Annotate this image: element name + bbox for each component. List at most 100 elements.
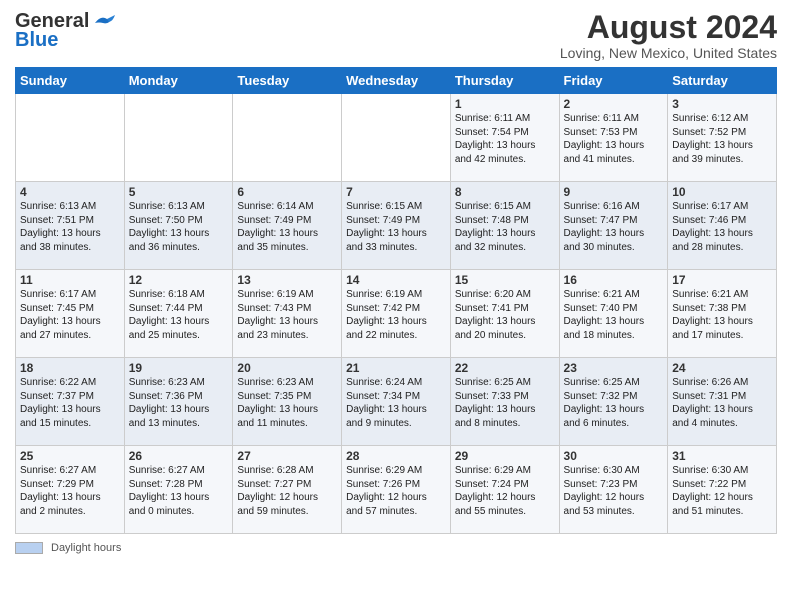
day-number: 2 <box>564 97 664 111</box>
page-subtitle: Loving, New Mexico, United States <box>560 45 777 61</box>
day-info: Sunrise: 6:29 AM Sunset: 7:24 PM Dayligh… <box>455 464 555 518</box>
calendar-cell: 14Sunrise: 6:19 AM Sunset: 7:42 PM Dayli… <box>342 270 451 358</box>
calendar-week-row: 4Sunrise: 6:13 AM Sunset: 7:51 PM Daylig… <box>16 182 777 270</box>
title-block: August 2024 Loving, New Mexico, United S… <box>560 10 777 61</box>
day-number: 19 <box>129 361 229 375</box>
day-number: 31 <box>672 449 772 463</box>
day-info: Sunrise: 6:22 AM Sunset: 7:37 PM Dayligh… <box>20 376 120 430</box>
day-info: Sunrise: 6:11 AM Sunset: 7:54 PM Dayligh… <box>455 112 555 166</box>
weekday-header-sunday: Sunday <box>16 68 125 94</box>
calendar-cell: 31Sunrise: 6:30 AM Sunset: 7:22 PM Dayli… <box>668 446 777 534</box>
calendar-cell: 26Sunrise: 6:27 AM Sunset: 7:28 PM Dayli… <box>124 446 233 534</box>
weekday-header-thursday: Thursday <box>450 68 559 94</box>
day-number: 6 <box>237 185 337 199</box>
calendar-week-row: 18Sunrise: 6:22 AM Sunset: 7:37 PM Dayli… <box>16 358 777 446</box>
day-info: Sunrise: 6:16 AM Sunset: 7:47 PM Dayligh… <box>564 200 664 254</box>
weekday-header-saturday: Saturday <box>668 68 777 94</box>
calendar-cell: 9Sunrise: 6:16 AM Sunset: 7:47 PM Daylig… <box>559 182 668 270</box>
day-number: 3 <box>672 97 772 111</box>
calendar-cell: 13Sunrise: 6:19 AM Sunset: 7:43 PM Dayli… <box>233 270 342 358</box>
day-number: 23 <box>564 361 664 375</box>
calendar-week-row: 25Sunrise: 6:27 AM Sunset: 7:29 PM Dayli… <box>16 446 777 534</box>
calendar-cell: 23Sunrise: 6:25 AM Sunset: 7:32 PM Dayli… <box>559 358 668 446</box>
legend-label: Daylight hours <box>51 542 121 554</box>
weekday-header-row: SundayMondayTuesdayWednesdayThursdayFrid… <box>16 68 777 94</box>
day-info: Sunrise: 6:19 AM Sunset: 7:42 PM Dayligh… <box>346 288 446 342</box>
calendar-body: 1Sunrise: 6:11 AM Sunset: 7:54 PM Daylig… <box>16 94 777 534</box>
day-info: Sunrise: 6:15 AM Sunset: 7:48 PM Dayligh… <box>455 200 555 254</box>
day-number: 22 <box>455 361 555 375</box>
day-info: Sunrise: 6:27 AM Sunset: 7:28 PM Dayligh… <box>129 464 229 518</box>
calendar-cell: 10Sunrise: 6:17 AM Sunset: 7:46 PM Dayli… <box>668 182 777 270</box>
day-info: Sunrise: 6:17 AM Sunset: 7:46 PM Dayligh… <box>672 200 772 254</box>
calendar-cell: 21Sunrise: 6:24 AM Sunset: 7:34 PM Dayli… <box>342 358 451 446</box>
weekday-header-wednesday: Wednesday <box>342 68 451 94</box>
day-info: Sunrise: 6:30 AM Sunset: 7:22 PM Dayligh… <box>672 464 772 518</box>
calendar-cell: 15Sunrise: 6:20 AM Sunset: 7:41 PM Dayli… <box>450 270 559 358</box>
calendar-cell: 17Sunrise: 6:21 AM Sunset: 7:38 PM Dayli… <box>668 270 777 358</box>
calendar-cell: 20Sunrise: 6:23 AM Sunset: 7:35 PM Dayli… <box>233 358 342 446</box>
day-number: 1 <box>455 97 555 111</box>
day-info: Sunrise: 6:20 AM Sunset: 7:41 PM Dayligh… <box>455 288 555 342</box>
weekday-header-tuesday: Tuesday <box>233 68 342 94</box>
day-number: 27 <box>237 449 337 463</box>
header: General Blue August 2024 Loving, New Mex… <box>15 10 777 61</box>
calendar-cell: 28Sunrise: 6:29 AM Sunset: 7:26 PM Dayli… <box>342 446 451 534</box>
weekday-header-friday: Friday <box>559 68 668 94</box>
day-number: 25 <box>20 449 120 463</box>
calendar-cell: 11Sunrise: 6:17 AM Sunset: 7:45 PM Dayli… <box>16 270 125 358</box>
day-number: 14 <box>346 273 446 287</box>
day-info: Sunrise: 6:30 AM Sunset: 7:23 PM Dayligh… <box>564 464 664 518</box>
calendar-cell: 19Sunrise: 6:23 AM Sunset: 7:36 PM Dayli… <box>124 358 233 446</box>
day-info: Sunrise: 6:13 AM Sunset: 7:50 PM Dayligh… <box>129 200 229 254</box>
calendar-cell: 29Sunrise: 6:29 AM Sunset: 7:24 PM Dayli… <box>450 446 559 534</box>
day-info: Sunrise: 6:28 AM Sunset: 7:27 PM Dayligh… <box>237 464 337 518</box>
weekday-header-monday: Monday <box>124 68 233 94</box>
day-number: 29 <box>455 449 555 463</box>
day-number: 21 <box>346 361 446 375</box>
day-info: Sunrise: 6:24 AM Sunset: 7:34 PM Dayligh… <box>346 376 446 430</box>
calendar-cell <box>16 94 125 182</box>
calendar-cell: 12Sunrise: 6:18 AM Sunset: 7:44 PM Dayli… <box>124 270 233 358</box>
day-number: 26 <box>129 449 229 463</box>
calendar-table: SundayMondayTuesdayWednesdayThursdayFrid… <box>15 67 777 534</box>
calendar-cell <box>233 94 342 182</box>
day-number: 12 <box>129 273 229 287</box>
day-info: Sunrise: 6:14 AM Sunset: 7:49 PM Dayligh… <box>237 200 337 254</box>
day-info: Sunrise: 6:12 AM Sunset: 7:52 PM Dayligh… <box>672 112 772 166</box>
day-number: 20 <box>237 361 337 375</box>
day-number: 18 <box>20 361 120 375</box>
day-number: 11 <box>20 273 120 287</box>
calendar-cell <box>124 94 233 182</box>
legend-color-box <box>15 542 43 554</box>
day-info: Sunrise: 6:27 AM Sunset: 7:29 PM Dayligh… <box>20 464 120 518</box>
calendar-cell: 6Sunrise: 6:14 AM Sunset: 7:49 PM Daylig… <box>233 182 342 270</box>
day-info: Sunrise: 6:29 AM Sunset: 7:26 PM Dayligh… <box>346 464 446 518</box>
day-number: 16 <box>564 273 664 287</box>
day-info: Sunrise: 6:13 AM Sunset: 7:51 PM Dayligh… <box>20 200 120 254</box>
calendar-cell: 8Sunrise: 6:15 AM Sunset: 7:48 PM Daylig… <box>450 182 559 270</box>
calendar-cell: 25Sunrise: 6:27 AM Sunset: 7:29 PM Dayli… <box>16 446 125 534</box>
day-info: Sunrise: 6:23 AM Sunset: 7:36 PM Dayligh… <box>129 376 229 430</box>
day-number: 4 <box>20 185 120 199</box>
day-info: Sunrise: 6:21 AM Sunset: 7:38 PM Dayligh… <box>672 288 772 342</box>
calendar-cell: 18Sunrise: 6:22 AM Sunset: 7:37 PM Dayli… <box>16 358 125 446</box>
day-info: Sunrise: 6:17 AM Sunset: 7:45 PM Dayligh… <box>20 288 120 342</box>
day-number: 5 <box>129 185 229 199</box>
calendar-cell: 1Sunrise: 6:11 AM Sunset: 7:54 PM Daylig… <box>450 94 559 182</box>
logo: General Blue <box>15 10 115 52</box>
calendar-cell: 24Sunrise: 6:26 AM Sunset: 7:31 PM Dayli… <box>668 358 777 446</box>
footer: Daylight hours <box>15 542 777 554</box>
day-info: Sunrise: 6:15 AM Sunset: 7:49 PM Dayligh… <box>346 200 446 254</box>
page-title: August 2024 <box>560 10 777 45</box>
day-info: Sunrise: 6:25 AM Sunset: 7:32 PM Dayligh… <box>564 376 664 430</box>
calendar-header: SundayMondayTuesdayWednesdayThursdayFrid… <box>16 68 777 94</box>
calendar-cell: 30Sunrise: 6:30 AM Sunset: 7:23 PM Dayli… <box>559 446 668 534</box>
calendar-cell: 22Sunrise: 6:25 AM Sunset: 7:33 PM Dayli… <box>450 358 559 446</box>
day-number: 13 <box>237 273 337 287</box>
day-info: Sunrise: 6:11 AM Sunset: 7:53 PM Dayligh… <box>564 112 664 166</box>
day-info: Sunrise: 6:23 AM Sunset: 7:35 PM Dayligh… <box>237 376 337 430</box>
day-number: 17 <box>672 273 772 287</box>
day-info: Sunrise: 6:21 AM Sunset: 7:40 PM Dayligh… <box>564 288 664 342</box>
day-number: 9 <box>564 185 664 199</box>
